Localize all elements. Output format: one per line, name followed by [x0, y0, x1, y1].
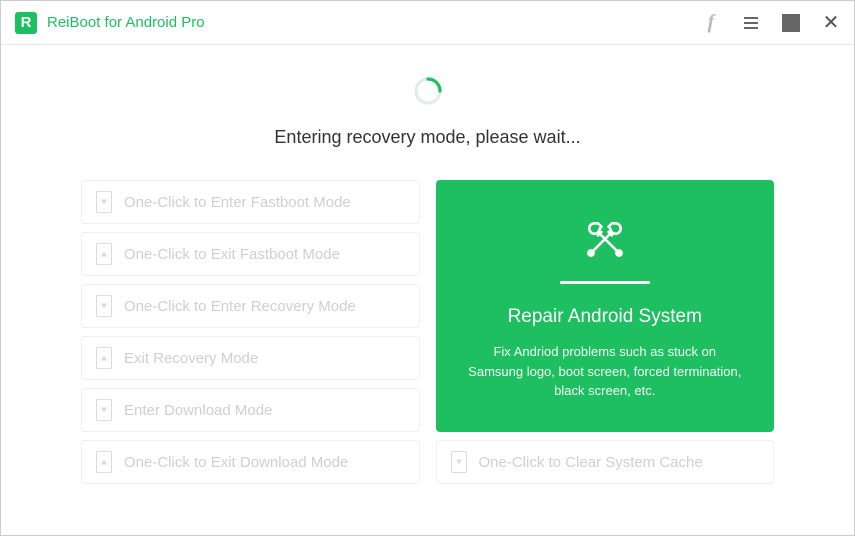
phone-down-icon: [96, 399, 112, 421]
divider: [560, 281, 650, 284]
clear-cache-button[interactable]: One-Click to Clear System Cache: [436, 440, 775, 484]
app-logo-icon: R: [15, 12, 37, 34]
phone-up-icon: [96, 451, 112, 473]
content-area: Entering recovery mode, please wait... O…: [1, 45, 854, 535]
repair-system-card[interactable]: Repair Android System Fix Andriod proble…: [436, 180, 775, 432]
right-column: Repair Android System Fix Andriod proble…: [436, 180, 775, 484]
titlebar: R ReiBoot for Android Pro f ✕: [1, 1, 854, 45]
phone-down-icon: [96, 191, 112, 213]
enter-fastboot-button[interactable]: One-Click to Enter Fastboot Mode: [81, 180, 420, 224]
facebook-icon[interactable]: f: [702, 14, 720, 32]
main-grid: One-Click to Enter Fastboot Mode One-Cli…: [81, 180, 774, 484]
button-label: Enter Download Mode: [124, 402, 272, 419]
button-label: Exit Recovery Mode: [124, 350, 258, 367]
app-title: ReiBoot for Android Pro: [47, 14, 205, 31]
phone-clear-icon: [451, 451, 467, 473]
spinner-icon: [412, 75, 444, 107]
title-left: R ReiBoot for Android Pro: [15, 12, 205, 34]
menu-icon[interactable]: [742, 14, 760, 32]
enter-recovery-button[interactable]: One-Click to Enter Recovery Mode: [81, 284, 420, 328]
status-section: Entering recovery mode, please wait...: [81, 75, 774, 148]
phone-up-icon: [96, 243, 112, 265]
enter-download-button[interactable]: Enter Download Mode: [81, 388, 420, 432]
app-window: R ReiBoot for Android Pro f ✕ Entering r…: [0, 0, 855, 536]
tools-icon: [577, 211, 633, 267]
close-button[interactable]: ✕: [822, 14, 840, 32]
left-column: One-Click to Enter Fastboot Mode One-Cli…: [81, 180, 420, 484]
minimize-button[interactable]: [782, 14, 800, 32]
exit-fastboot-button[interactable]: One-Click to Exit Fastboot Mode: [81, 232, 420, 276]
button-label: One-Click to Exit Download Mode: [124, 454, 348, 471]
button-label: One-Click to Exit Fastboot Mode: [124, 246, 340, 263]
exit-download-button[interactable]: One-Click to Exit Download Mode: [81, 440, 420, 484]
repair-title: Repair Android System: [508, 306, 702, 328]
button-label: One-Click to Enter Recovery Mode: [124, 298, 356, 315]
status-message: Entering recovery mode, please wait...: [274, 127, 580, 148]
button-label: One-Click to Clear System Cache: [479, 454, 703, 471]
phone-up-icon: [96, 347, 112, 369]
repair-description: Fix Andriod problems such as stuck on Sa…: [468, 342, 743, 401]
phone-down-icon: [96, 295, 112, 317]
exit-recovery-button[interactable]: Exit Recovery Mode: [81, 336, 420, 380]
button-label: One-Click to Enter Fastboot Mode: [124, 194, 351, 211]
window-controls: f ✕: [702, 14, 840, 32]
